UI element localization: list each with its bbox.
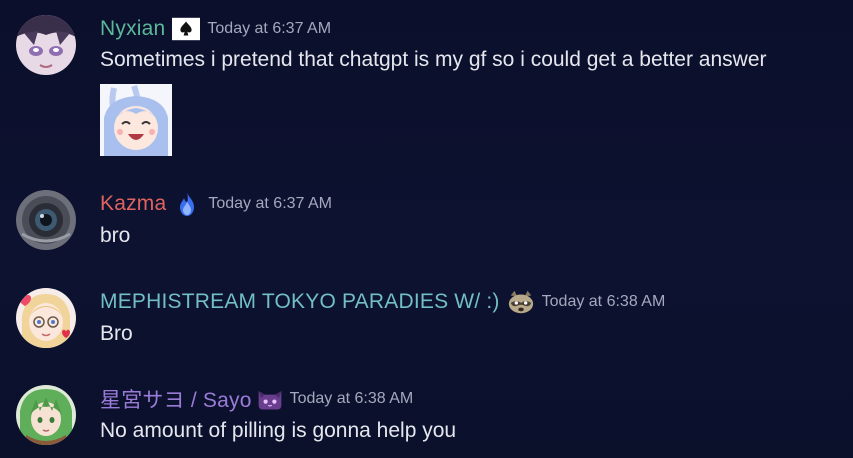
username[interactable]: Kazma <box>100 192 166 216</box>
user-avatar[interactable] <box>16 190 76 250</box>
user-avatar[interactable] <box>16 15 76 75</box>
username[interactable]: 星宮サヨ / Sayo <box>100 384 252 414</box>
message-content: bro <box>100 224 131 247</box>
user-avatar[interactable] <box>16 385 76 445</box>
username[interactable]: Nyxian <box>100 17 165 41</box>
chat-message: 星宮サヨ / Sayo Today at 6:38 AM No amount o… <box>0 365 853 458</box>
mechanical-eye-avatar-icon <box>16 190 76 250</box>
blonde-anime-girl-avatar-icon <box>16 288 76 348</box>
blue-flame-icon[interactable] <box>173 192 201 216</box>
message-content: Bro <box>100 322 133 345</box>
message-content: No amount of pilling is gonna help you <box>100 419 457 442</box>
username[interactable]: MEPHISTREAM TOKYO PARADIES W/ :) <box>100 290 500 314</box>
message-timestamp[interactable]: Today at 6:37 AM <box>208 195 332 213</box>
raccoon-face-icon[interactable] <box>507 290 535 314</box>
message-content: Sometimes i pretend that chatgpt is my g… <box>100 48 767 71</box>
chat-message: Kazma Today at 6:37 AM bro <box>0 170 853 260</box>
user-avatar[interactable] <box>16 288 76 348</box>
green-haired-anime-avatar-icon <box>16 385 76 445</box>
ace-of-spades-card-icon[interactable] <box>172 17 201 41</box>
anime-character-avatar-icon <box>16 15 76 75</box>
message-timestamp[interactable]: Today at 6:38 AM <box>290 390 414 408</box>
chat-message: Nyxian Today at 6:37 AM Sometimes i pret… <box>0 0 853 160</box>
message-timestamp[interactable]: Today at 6:38 AM <box>542 293 666 311</box>
message-timestamp[interactable]: Today at 6:37 AM <box>207 20 331 38</box>
chat-message: MEPHISTREAM TOKYO PARADIES W/ :) Today a… <box>0 268 853 358</box>
purple-cat-icon[interactable] <box>256 387 284 411</box>
laughing-anime-girl-sticker[interactable] <box>100 84 172 156</box>
